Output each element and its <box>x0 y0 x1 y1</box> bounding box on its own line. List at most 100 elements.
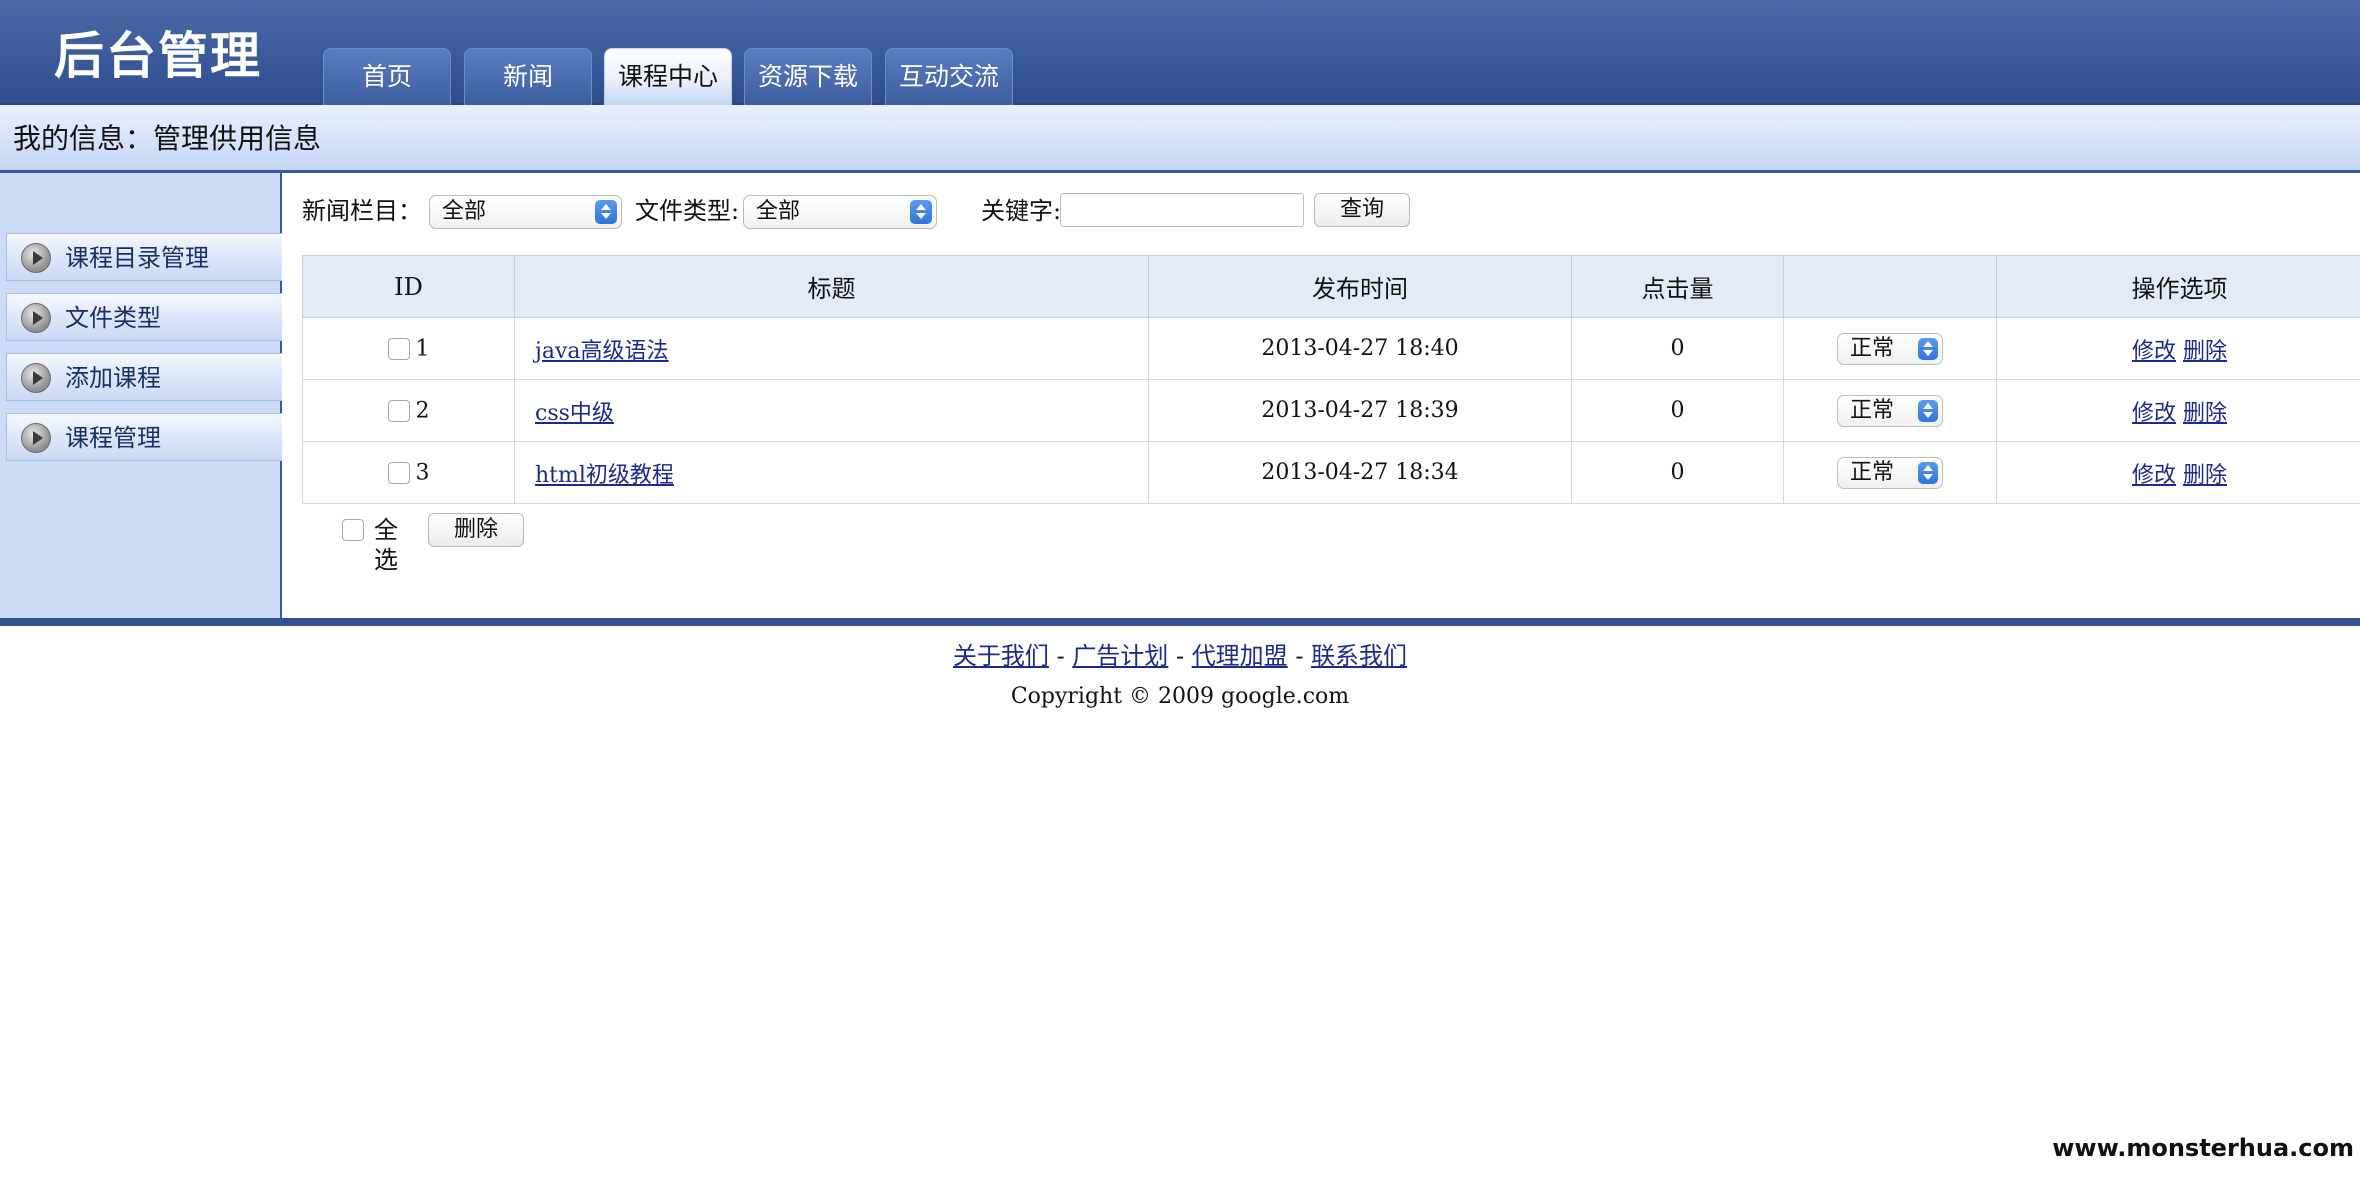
status-select[interactable]: 正常 <box>1837 456 1943 489</box>
row-checkbox[interactable] <box>387 461 410 484</box>
sidebar-item-label: 添加课程 <box>65 364 161 392</box>
table-row: 1 java高级语法 2013-04-27 18:40 0 正常 修改 删除 <box>302 317 2360 380</box>
select-all-label: 全选 <box>374 516 398 574</box>
row-checkbox[interactable] <box>387 399 410 422</box>
course-table: ID 标题 发布时间 点击量 操作选项 1 java高级语法 2013-04-2… <box>302 255 2360 504</box>
footer-divider <box>0 618 2360 626</box>
delete-link[interactable]: 删除 <box>2183 401 2227 426</box>
tab-downloads[interactable]: 资源下载 <box>744 48 872 105</box>
published-cell: 2013-04-27 18:34 <box>1148 441 1572 504</box>
tab-course-center[interactable]: 课程中心 <box>604 48 732 105</box>
select-arrows-icon <box>1918 399 1938 422</box>
row-id: 2 <box>415 398 430 424</box>
category-select-value: 全部 <box>442 199 487 224</box>
status-select-value: 正常 <box>1850 397 1895 423</box>
footer-link-agency[interactable]: 代理加盟 <box>1192 642 1288 670</box>
info-bar: 我的信息：管理供用信息 <box>0 105 2360 173</box>
select-all-checkbox[interactable] <box>342 519 364 541</box>
arrow-circle-icon <box>21 303 51 333</box>
sidebar-item-course-catalog[interactable]: 课程目录管理 <box>6 233 282 281</box>
category-filter-label: 新闻栏目： <box>302 197 422 225</box>
footer-link-about[interactable]: 关于我们 <box>953 642 1049 670</box>
sidebar: 课程目录管理 文件类型 添加课程 课程管理 <box>0 173 282 618</box>
select-arrows-icon <box>1918 461 1938 484</box>
filetype-filter-label: 文件类型: <box>635 197 740 225</box>
tab-community[interactable]: 互动交流 <box>885 48 1013 105</box>
search-button[interactable]: 查询 <box>1314 193 1410 227</box>
status-select-value: 正常 <box>1850 335 1895 361</box>
keyword-label: 关键字: <box>981 197 1062 225</box>
title-cell: java高级语法 <box>514 317 1149 380</box>
row-id: 1 <box>415 336 430 362</box>
col-header-published: 发布时间 <box>1148 255 1572 318</box>
edit-link[interactable]: 修改 <box>2132 463 2176 488</box>
status-select[interactable]: 正常 <box>1837 394 1943 427</box>
title-cell: css中级 <box>514 379 1149 442</box>
tab-home[interactable]: 首页 <box>323 48 451 105</box>
footer-separator: - <box>1048 642 1073 670</box>
select-arrows-icon <box>595 200 617 224</box>
footer-separator: - <box>1168 642 1192 670</box>
sidebar-item-file-types[interactable]: 文件类型 <box>6 293 282 341</box>
table-row: 2 css中级 2013-04-27 18:39 0 正常 修改 删除 <box>302 379 2360 442</box>
col-header-id: ID <box>302 255 515 318</box>
footer-separator: - <box>1287 642 1312 670</box>
footer-link-ads[interactable]: 广告计划 <box>1072 642 1168 670</box>
delete-link[interactable]: 删除 <box>2183 463 2227 488</box>
title-link[interactable]: css中级 <box>535 401 614 426</box>
clicks-cell: 0 <box>1571 317 1784 380</box>
watermark: www.monsterhua.com <box>2052 1134 2354 1162</box>
filetype-select[interactable]: 全部 <box>743 195 937 229</box>
footer-link-contact[interactable]: 联系我们 <box>1311 642 1407 670</box>
col-header-clicks: 点击量 <box>1571 255 1784 318</box>
title-cell: html初级教程 <box>514 441 1149 504</box>
edit-link[interactable]: 修改 <box>2132 339 2176 364</box>
col-header-title: 标题 <box>514 255 1149 318</box>
select-arrows-icon <box>1918 337 1938 360</box>
actions-cell: 修改 删除 <box>1996 317 2360 380</box>
actions-cell: 修改 删除 <box>1996 441 2360 504</box>
id-cell: 1 <box>302 317 515 380</box>
status-select-value: 正常 <box>1850 459 1895 485</box>
id-cell: 3 <box>302 441 515 504</box>
id-cell: 2 <box>302 379 515 442</box>
main-content: 新闻栏目： 全部 文件类型: 全部 关键字: 查询 ID 标题 发布时间 点击量… <box>284 173 2360 618</box>
copyright-text: Copyright © 2009 google.com <box>1010 684 1350 709</box>
row-id: 3 <box>415 460 430 486</box>
sidebar-item-course-management[interactable]: 课程管理 <box>6 413 282 461</box>
title-link[interactable]: html初级教程 <box>535 463 674 488</box>
clicks-cell: 0 <box>1571 379 1784 442</box>
sidebar-item-label: 文件类型 <box>65 304 161 332</box>
table-row: 3 html初级教程 2013-04-27 18:34 0 正常 修改 删除 <box>302 441 2360 504</box>
tab-news[interactable]: 新闻 <box>464 48 592 105</box>
top-header: 后台管理 首页 新闻 课程中心 资源下载 互动交流 <box>0 0 2360 105</box>
status-cell: 正常 <box>1783 441 1997 504</box>
status-cell: 正常 <box>1783 379 1997 442</box>
col-header-status <box>1783 255 1997 318</box>
status-select[interactable]: 正常 <box>1837 332 1943 365</box>
col-header-actions: 操作选项 <box>1996 255 2360 318</box>
table-header-row: ID 标题 发布时间 点击量 操作选项 <box>302 255 2360 318</box>
arrow-circle-icon <box>21 363 51 393</box>
published-cell: 2013-04-27 18:39 <box>1148 379 1572 442</box>
edit-link[interactable]: 修改 <box>2132 401 2176 426</box>
filetype-select-value: 全部 <box>756 199 801 224</box>
sidebar-item-label: 课程目录管理 <box>65 244 209 272</box>
my-info-label: 我的信息：管理供用信息 <box>13 122 322 155</box>
select-arrows-icon <box>910 200 932 224</box>
keyword-input[interactable] <box>1060 193 1304 227</box>
bulk-delete-button[interactable]: 删除 <box>428 513 524 547</box>
sidebar-item-add-course[interactable]: 添加课程 <box>6 353 282 401</box>
arrow-circle-icon <box>21 423 51 453</box>
row-checkbox[interactable] <box>387 337 410 360</box>
category-select[interactable]: 全部 <box>429 195 622 229</box>
title-link[interactable]: java高级语法 <box>535 339 668 364</box>
actions-cell: 修改 删除 <box>1996 379 2360 442</box>
clicks-cell: 0 <box>1571 441 1784 504</box>
sidebar-item-label: 课程管理 <box>65 424 161 452</box>
arrow-circle-icon <box>21 243 51 273</box>
delete-link[interactable]: 删除 <box>2183 339 2227 364</box>
status-cell: 正常 <box>1783 317 1997 380</box>
published-cell: 2013-04-27 18:40 <box>1148 317 1572 380</box>
site-logo: 后台管理 <box>54 26 262 85</box>
